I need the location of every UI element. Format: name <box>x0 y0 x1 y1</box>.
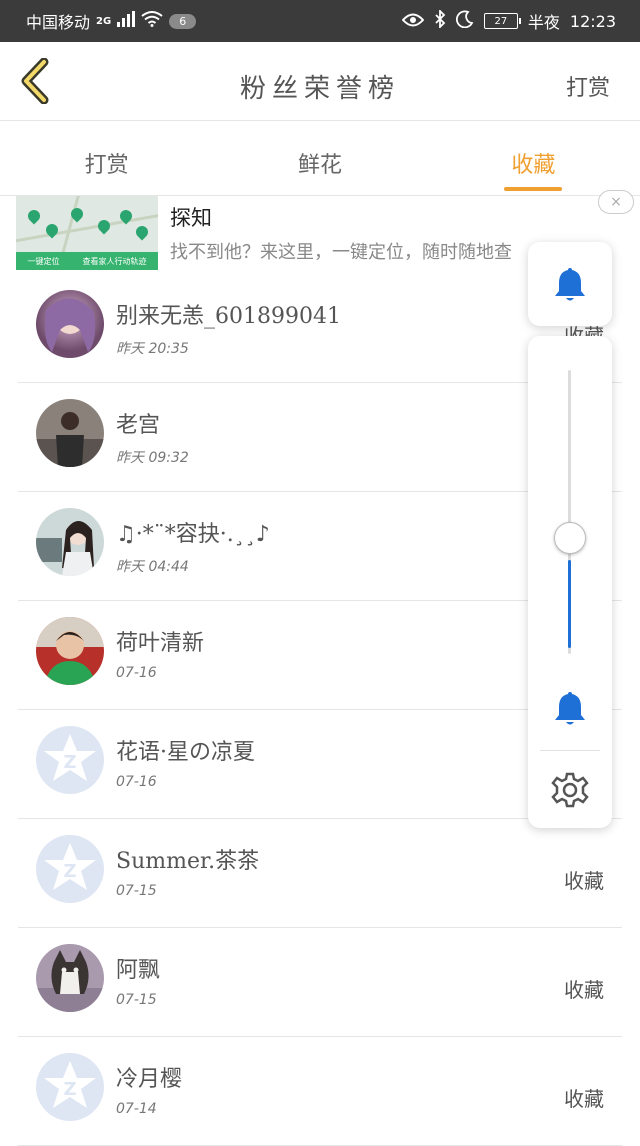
user-name: 阿飘 <box>116 958 161 983</box>
bell-icon <box>555 692 585 725</box>
page-title: 粉丝荣誉榜 <box>239 74 400 104</box>
reward-button[interactable]: 打赏 <box>566 70 610 102</box>
ad-map-strip-left: 一键定位 <box>27 256 60 266</box>
collect-button[interactable]: 收藏 <box>564 974 604 1003</box>
user-name: 冷月樱 <box>116 1067 183 1092</box>
network-type: 2G <box>96 15 112 27</box>
ad-map-image: 一键定位 查看家人行动轨迹 <box>16 196 158 270</box>
ringer-mode-button[interactable] <box>528 242 612 326</box>
user-name: 荷叶清新 <box>116 631 205 656</box>
ad-map-strip-right: 查看家人行动轨迹 <box>82 256 147 266</box>
ad-title: 探知 <box>170 206 212 230</box>
user-name: 花语·星の凉夏 <box>116 740 255 765</box>
user-name: 老宫 <box>116 413 161 438</box>
notification-badge: 6 <box>169 13 197 29</box>
avatar <box>36 944 104 1012</box>
user-time: 07-15 <box>116 883 157 899</box>
list-item[interactable]: Z Summer.茶茶 07-15 收藏 <box>18 819 622 928</box>
divider <box>540 750 600 751</box>
bluetooth-icon <box>434 8 446 32</box>
avatar: Z <box>36 835 104 903</box>
avatar <box>36 290 104 358</box>
time-period: 半夜 <box>527 13 560 32</box>
list-item[interactable]: 阿飘 07-15 收藏 <box>18 928 622 1037</box>
app-header: 粉丝荣誉榜 打赏 <box>0 42 640 121</box>
clock: 12:23 <box>569 11 616 31</box>
moon-icon <box>455 10 474 32</box>
bell-icon <box>555 268 585 301</box>
user-time: 07-16 <box>116 774 157 790</box>
volume-panel <box>528 336 612 828</box>
user-time: 昨天 09:32 <box>116 450 189 466</box>
collect-button[interactable]: 收藏 <box>564 865 604 894</box>
avatar: Z <box>36 1053 104 1121</box>
tab-bar: 打赏 鲜花 收藏 <box>0 121 640 196</box>
ad-description: 找不到他？来这里，一键定位，随时随地查 <box>170 242 512 263</box>
user-time: 07-14 <box>116 1101 157 1117</box>
svg-text:Z: Z <box>63 861 76 882</box>
avatar <box>36 399 104 467</box>
user-name: Summer.茶茶 <box>116 849 260 874</box>
close-icon: × <box>610 194 622 210</box>
volume-settings-button[interactable] <box>550 770 590 814</box>
user-time: 07-16 <box>116 665 157 681</box>
tab-flowers[interactable]: 鲜花 <box>213 121 426 195</box>
volume-slider-fill <box>568 560 571 648</box>
user-time: 昨天 04:44 <box>116 559 189 575</box>
user-name: 别来无恙_601899041 <box>116 304 341 329</box>
volume-slider-thumb[interactable] <box>554 522 586 555</box>
gear-icon <box>551 772 589 808</box>
svg-text:Z: Z <box>63 1079 76 1100</box>
tab-favorites[interactable]: 收藏 <box>427 121 640 195</box>
ad-close-button[interactable]: × <box>598 190 634 214</box>
ring-volume-button[interactable] <box>550 688 590 732</box>
battery-icon: 27 <box>483 13 521 29</box>
status-bar: 中国移动 2G 6 27 半夜 12:23 <box>0 0 640 42</box>
list-item[interactable]: Z 冷月樱 07-14 收藏 <box>18 1037 622 1146</box>
qq-default-icon: Z <box>44 1061 96 1108</box>
qq-default-icon: Z <box>44 734 96 781</box>
battery-level: 27 <box>494 15 508 27</box>
user-time: 昨天 20:35 <box>116 341 189 357</box>
carrier-label: 中国移动 <box>26 13 91 32</box>
qq-default-icon: Z <box>44 843 96 890</box>
avatar <box>36 617 104 685</box>
tab-reward[interactable]: 打赏 <box>0 121 213 195</box>
signal-icon <box>117 11 136 31</box>
collect-button[interactable]: 收藏 <box>564 1083 604 1112</box>
eye-icon <box>401 12 425 31</box>
avatar <box>36 508 104 576</box>
svg-text:Z: Z <box>63 752 76 773</box>
wifi-icon <box>141 11 163 31</box>
user-name: ♫·*¨*容抉·.¸¸♪ <box>116 522 270 547</box>
avatar: Z <box>36 726 104 794</box>
user-time: 07-15 <box>116 992 157 1008</box>
